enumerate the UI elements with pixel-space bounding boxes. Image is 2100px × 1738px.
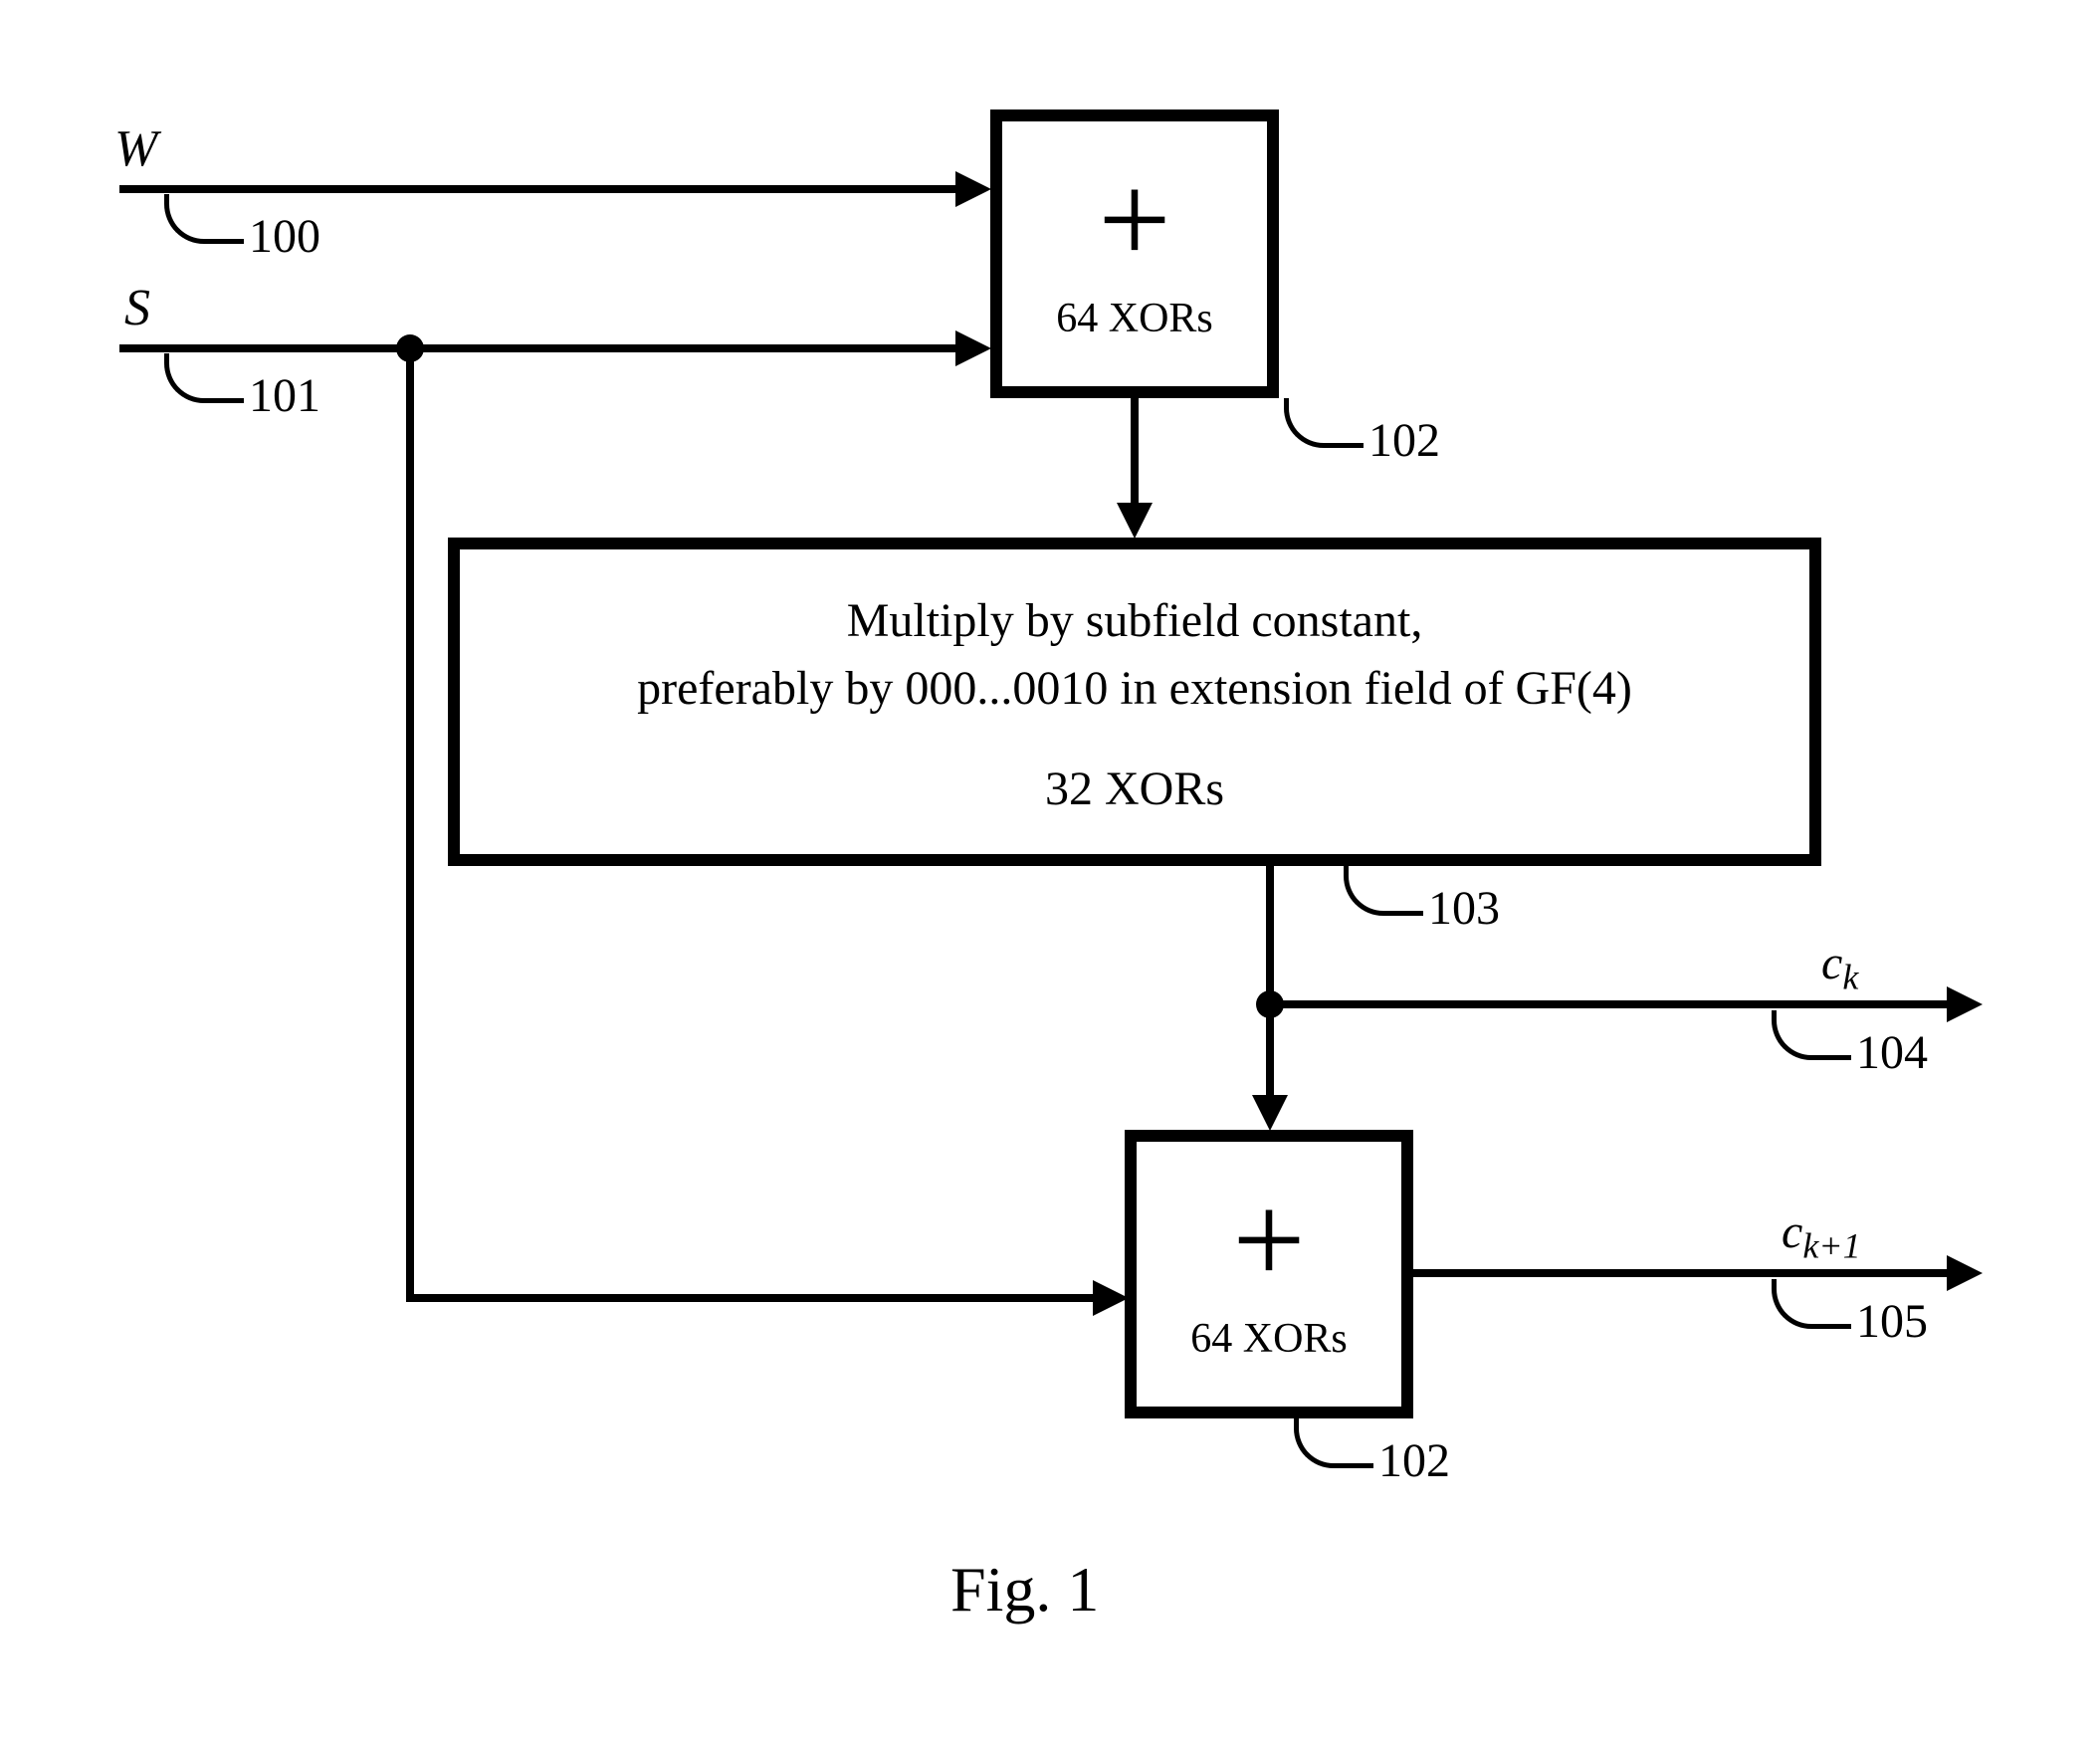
ref-curve-104 [1772,1010,1851,1060]
ref-102a: 102 [1368,413,1440,468]
figure-label: Fig. 1 [950,1553,1099,1627]
arrow-ck [1947,986,1983,1022]
ref-102b: 102 [1378,1433,1450,1488]
wire-s [119,344,965,352]
arrow-s [955,330,991,366]
output-ck1-label: ck+1 [1782,1204,1861,1267]
wire-w [119,185,965,193]
ref-100: 100 [249,209,320,264]
diagram-container: W 100 S 101 + 64 XORs 102 Multiply by su… [0,0,2100,1738]
ref-105: 105 [1856,1294,1928,1349]
arrow-to-mult [1117,503,1153,539]
input-s-label: S [124,279,150,337]
plus-icon: + [1098,155,1170,285]
wire-s-down [406,348,414,1299]
adder-block-1: + 64 XORs [990,109,1279,398]
adder1-xor-text: 64 XORs [1056,295,1213,342]
arrow-to-adder2 [1252,1095,1288,1131]
ref-curve-102a [1284,398,1364,448]
ref-curve-102b [1294,1418,1373,1468]
ref-103: 103 [1428,881,1500,936]
adder2-xor-text: 64 XORs [1190,1315,1348,1363]
ref-104: 104 [1856,1025,1928,1080]
ref-curve-100 [164,194,244,244]
arrow-s-adder2 [1093,1280,1129,1316]
ref-curve-105 [1772,1279,1851,1329]
arrow-ck1 [1947,1255,1983,1291]
wire-ck [1270,1000,1957,1008]
ref-curve-101 [164,353,244,403]
output-ck-label: ck [1821,936,1858,998]
multiplier-block: Multiply by subfield constant, preferabl… [448,538,1821,866]
wire-s-to-adder2 [406,1294,1103,1302]
wire-mult-down [1266,866,1274,1105]
ref-101: 101 [249,368,320,423]
wire-adder1-mult [1131,398,1139,513]
input-w-label: W [114,119,157,178]
mult-xor-text: 32 XORs [1045,761,1224,816]
mult-text-line1: Multiply by subfield constant, [847,587,1423,654]
ref-curve-103 [1344,866,1423,916]
adder-block-2: + 64 XORs [1125,1130,1413,1418]
plus-icon-2: + [1232,1176,1305,1305]
wire-ck1 [1413,1269,1957,1277]
mult-text-line2: preferably by 000...0010 in extension fi… [637,655,1632,722]
arrow-w [955,171,991,207]
